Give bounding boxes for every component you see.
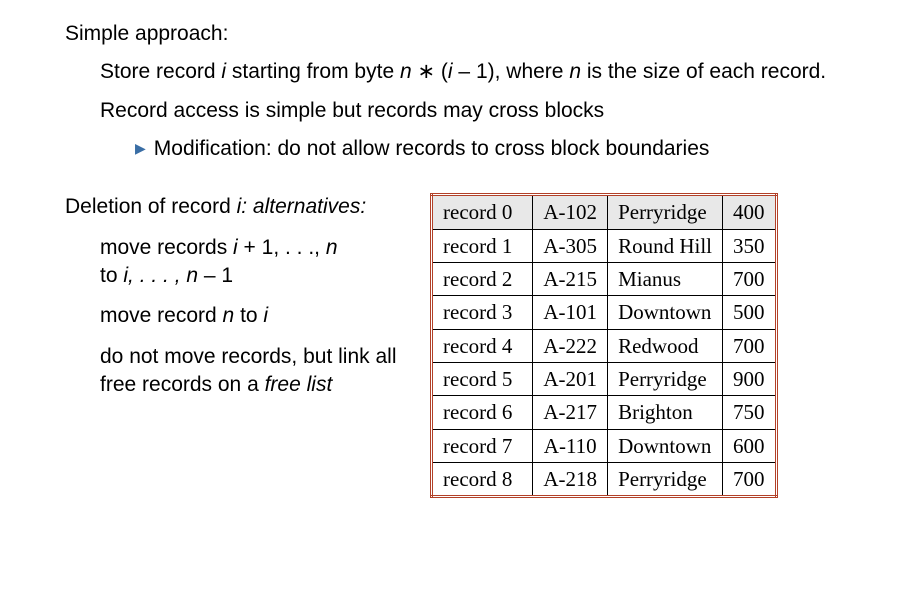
var-n: n <box>400 60 412 83</box>
record-account: A-218 <box>533 463 608 497</box>
free-list: free list <box>265 373 333 396</box>
approach-line-1: Store record i starting from byte n ∗ (i… <box>100 58 859 86</box>
txt: , . . . , <box>128 264 186 287</box>
approach-heading: Simple approach: <box>65 20 859 48</box>
approach-line-3: ▶ Modification: do not allow records to c… <box>135 135 859 163</box>
txt: Store record <box>100 60 221 83</box>
approach-line-2: Record access is simple but records may … <box>100 97 859 125</box>
table-row: record 6A-217Brighton750 <box>432 396 777 429</box>
txt: move records <box>100 236 233 259</box>
table-row: record 3A-101Downtown500 <box>432 296 777 329</box>
record-balance: 900 <box>723 363 777 396</box>
table-row: record 7A-110Downtown600 <box>432 429 777 462</box>
records-table: record 0A-102Perryridge400record 1A-305R… <box>430 193 778 498</box>
record-account: A-201 <box>533 363 608 396</box>
record-label: record 7 <box>432 429 533 462</box>
record-branch: Downtown <box>608 296 723 329</box>
record-balance: 600 <box>723 429 777 462</box>
txt: : alternatives <box>241 195 360 218</box>
var-n: n <box>326 236 338 259</box>
record-account: A-101 <box>533 296 608 329</box>
table-row: record 0A-102Perryridge400 <box>432 195 777 229</box>
record-branch: Mianus <box>608 263 723 296</box>
txt: to <box>100 264 123 287</box>
record-label: record 2 <box>432 263 533 296</box>
record-account: A-102 <box>533 195 608 229</box>
record-branch: Downtown <box>608 429 723 462</box>
record-label: record 5 <box>432 363 533 396</box>
table-row: record 4A-222Redwood700 <box>432 329 777 362</box>
table-row: record 8A-218Perryridge700 <box>432 463 777 497</box>
txt: is the size of each record. <box>581 60 826 83</box>
record-balance: 500 <box>723 296 777 329</box>
txt: do not move records, but link all free r… <box>100 345 396 396</box>
record-balance: 750 <box>723 396 777 429</box>
record-branch: Round Hill <box>608 229 723 262</box>
txt: Modification: do not allow records to cr… <box>154 137 710 160</box>
alternative-1: move records i + 1, . . ., n to i, . . .… <box>100 234 415 291</box>
alternative-2: move record n to i <box>100 302 415 330</box>
deletion-heading: Deletion of record i: alternatives: <box>65 193 415 221</box>
record-balance: 350 <box>723 229 777 262</box>
record-label: record 6 <box>432 396 533 429</box>
txt: Deletion of record <box>65 195 237 218</box>
record-account: A-305 <box>533 229 608 262</box>
var-n: n <box>186 264 198 287</box>
alternative-3: do not move records, but link all free r… <box>100 343 415 400</box>
record-account: A-215 <box>533 263 608 296</box>
record-label: record 1 <box>432 229 533 262</box>
txt: + 1, . . ., <box>238 236 326 259</box>
record-label: record 8 <box>432 463 533 497</box>
var-i: i <box>263 304 268 327</box>
record-label: record 3 <box>432 296 533 329</box>
record-branch: Perryridge <box>608 363 723 396</box>
txt: to <box>234 304 263 327</box>
record-balance: 700 <box>723 329 777 362</box>
record-label: record 0 <box>432 195 533 229</box>
record-balance: 400 <box>723 195 777 229</box>
txt: – 1), where <box>453 60 570 83</box>
record-balance: 700 <box>723 263 777 296</box>
record-branch: Perryridge <box>608 195 723 229</box>
txt: starting from byte <box>226 60 400 83</box>
record-account: A-217 <box>533 396 608 429</box>
var-n: n <box>569 60 581 83</box>
txt: move record <box>100 304 223 327</box>
record-branch: Perryridge <box>608 463 723 497</box>
record-balance: 700 <box>723 463 777 497</box>
txt: : <box>360 195 366 218</box>
table-row: record 1A-305Round Hill350 <box>432 229 777 262</box>
bullet-arrow-icon: ▶ <box>135 139 146 158</box>
table-row: record 2A-215Mianus700 <box>432 263 777 296</box>
record-account: A-222 <box>533 329 608 362</box>
txt: – 1 <box>198 264 233 287</box>
record-account: A-110 <box>533 429 608 462</box>
record-branch: Redwood <box>608 329 723 362</box>
record-branch: Brighton <box>608 396 723 429</box>
record-label: record 4 <box>432 329 533 362</box>
table-row: record 5A-201Perryridge900 <box>432 363 777 396</box>
var-n: n <box>223 304 235 327</box>
txt: ∗ ( <box>412 60 448 83</box>
